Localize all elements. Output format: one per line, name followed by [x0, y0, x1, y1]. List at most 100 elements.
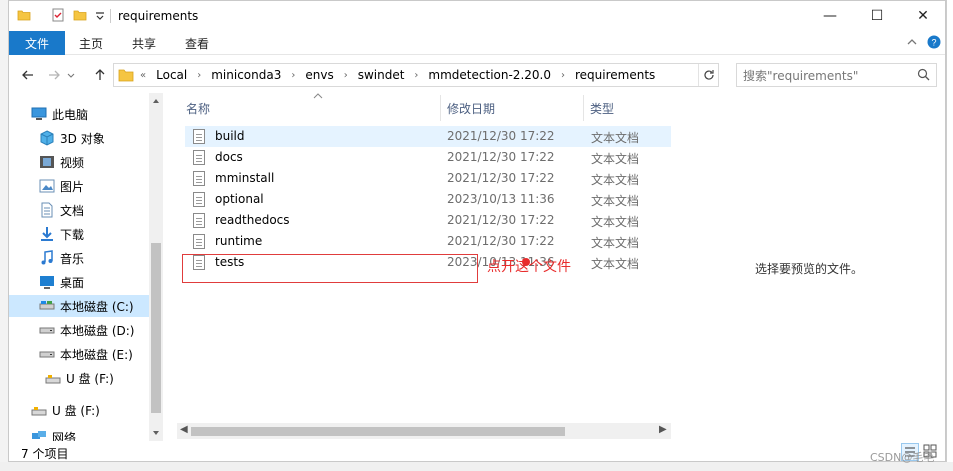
- column-header-name[interactable]: 名称: [186, 97, 210, 119]
- nav-label: 视频: [60, 155, 85, 170]
- column-divider[interactable]: [440, 95, 441, 121]
- drive-icon: [39, 301, 55, 310]
- minimize-button[interactable]: —: [807, 1, 853, 31]
- tab-home[interactable]: 主页: [79, 31, 103, 55]
- text-file-icon: [193, 213, 205, 228]
- background-taskbar-strip: [0, 462, 953, 471]
- nav-usb-f-2[interactable]: U 盘 (F:): [31, 399, 149, 421]
- file-row-readthedocs[interactable]: readthedocs 2021/12/30 17:22 文本文档: [185, 210, 671, 231]
- chevron-down-icon[interactable]: [93, 8, 107, 22]
- file-row-runtime[interactable]: runtime 2021/12/30 17:22 文本文档: [185, 231, 671, 252]
- nav-label: 本地磁盘 (E:): [60, 347, 133, 362]
- nav-local-disk-c[interactable]: 本地磁盘 (C:): [9, 295, 149, 317]
- nav-documents[interactable]: 文档: [39, 199, 149, 221]
- file-row-mminstall[interactable]: mminstall 2021/12/30 17:22 文本文档: [185, 168, 671, 189]
- file-date: 2021/12/30 17:22: [447, 234, 555, 248]
- network-icon: [32, 431, 46, 439]
- file-type: 文本文档: [591, 173, 640, 187]
- text-file-icon: [193, 234, 205, 249]
- scroll-up-icon[interactable]: [152, 97, 160, 105]
- scroll-down-icon[interactable]: [152, 429, 160, 437]
- search-input[interactable]: 搜索"requirements": [736, 63, 937, 87]
- tab-file[interactable]: 文件: [9, 31, 65, 55]
- nav-label: 文档: [60, 203, 85, 218]
- file-name: optional: [215, 192, 264, 206]
- nav-videos[interactable]: 视频: [39, 151, 149, 173]
- annotation-label: 点开这个文件: [487, 259, 571, 275]
- nav-3d-objects[interactable]: 3D 对象: [39, 127, 149, 149]
- text-file-icon: [193, 192, 205, 207]
- maximize-button[interactable]: ☐: [854, 1, 900, 31]
- download-icon: [41, 227, 53, 241]
- collapse-ribbon-icon[interactable]: [906, 36, 918, 48]
- status-bar: 7 个项目: [9, 441, 945, 461]
- breadcrumb-local[interactable]: Local: [156, 68, 187, 82]
- breadcrumb-envs[interactable]: envs: [305, 68, 333, 82]
- nav-usb-f-1[interactable]: U 盘 (F:): [45, 367, 149, 389]
- nav-local-disk-d[interactable]: 本地磁盘 (D:): [39, 319, 149, 341]
- forward-button[interactable]: [45, 66, 63, 84]
- address-bar[interactable]: « Local › miniconda3 › envs › swindet › …: [113, 63, 719, 87]
- picture-icon: [39, 179, 55, 193]
- column-header-date[interactable]: 修改日期: [447, 97, 495, 119]
- nav-scrollbar[interactable]: [149, 93, 163, 441]
- nav-network[interactable]: 网络: [31, 429, 149, 441]
- column-divider[interactable]: [583, 95, 584, 121]
- file-name: readthedocs: [215, 213, 290, 227]
- music-icon: [41, 250, 53, 265]
- up-button[interactable]: [91, 66, 109, 84]
- breadcrumb-miniconda3[interactable]: miniconda3: [211, 68, 281, 82]
- nav-desktop[interactable]: 桌面: [39, 271, 149, 293]
- chevron-right-icon[interactable]: ›: [291, 70, 295, 81]
- cube-icon: [40, 130, 54, 146]
- file-list-hscrollbar[interactable]: ◀ ▶: [177, 423, 671, 439]
- file-row-docs[interactable]: docs 2021/12/30 17:22 文本文档: [185, 147, 671, 168]
- hscrollbar-thumb[interactable]: [191, 427, 565, 436]
- file-type: 文本文档: [591, 257, 640, 271]
- chevron-right-icon[interactable]: ›: [197, 70, 201, 81]
- tab-share[interactable]: 共享: [132, 31, 156, 55]
- scroll-left-icon[interactable]: ◀: [180, 424, 188, 435]
- nav-downloads[interactable]: 下载: [39, 223, 149, 245]
- file-type: 文本文档: [591, 194, 640, 208]
- breadcrumb-mmdetection[interactable]: mmdetection-2.20.0: [428, 68, 551, 82]
- nav-pictures[interactable]: 图片: [39, 175, 149, 197]
- background-editor-right: [946, 0, 953, 471]
- nav-scrollbar-thumb[interactable]: [151, 243, 161, 413]
- nav-local-disk-e[interactable]: 本地磁盘 (E:): [39, 343, 149, 365]
- refresh-button[interactable]: [698, 64, 718, 86]
- breadcrumb-swindet[interactable]: swindet: [358, 68, 405, 82]
- nav-label: U 盘 (F:): [52, 403, 100, 418]
- recent-locations-button[interactable]: [65, 66, 77, 84]
- tab-view[interactable]: 查看: [185, 31, 209, 55]
- computer-icon: [31, 107, 47, 120]
- file-row-build[interactable]: build 2021/12/30 17:22 文本文档: [185, 126, 671, 147]
- search-icon[interactable]: [917, 68, 930, 81]
- file-row-optional[interactable]: optional 2023/10/13 11:36 文本文档: [185, 189, 671, 210]
- document-icon: [41, 202, 53, 218]
- properties-icon[interactable]: [51, 8, 65, 22]
- new-folder-icon[interactable]: [73, 8, 87, 22]
- back-button[interactable]: [19, 66, 37, 84]
- nav-label: 网络: [52, 431, 77, 441]
- file-date: 2021/12/30 17:22: [447, 213, 555, 227]
- chevron-right-icon[interactable]: ›: [561, 70, 565, 81]
- nav-label: 3D 对象: [60, 131, 105, 146]
- folder-icon: [17, 10, 31, 21]
- nav-music[interactable]: 音乐: [39, 247, 149, 269]
- close-button[interactable]: ✕: [900, 1, 945, 31]
- nav-label: 音乐: [60, 251, 85, 266]
- text-file-icon: [193, 129, 205, 144]
- chevron-right-icon[interactable]: ›: [414, 70, 418, 81]
- scroll-right-icon[interactable]: ▶: [659, 424, 667, 435]
- nav-this-pc[interactable]: 此电脑: [31, 103, 149, 125]
- column-header-type[interactable]: 类型: [590, 97, 614, 119]
- breadcrumb-requirements[interactable]: requirements: [575, 68, 655, 82]
- refresh-icon: [703, 70, 714, 80]
- breadcrumb-overflow[interactable]: «: [140, 70, 146, 81]
- chevron-right-icon[interactable]: ›: [344, 70, 348, 81]
- sort-ascending-icon: [313, 93, 323, 99]
- nav-label: U 盘 (F:): [66, 371, 114, 386]
- help-icon[interactable]: ?: [927, 35, 941, 49]
- nav-label: 桌面: [60, 275, 85, 290]
